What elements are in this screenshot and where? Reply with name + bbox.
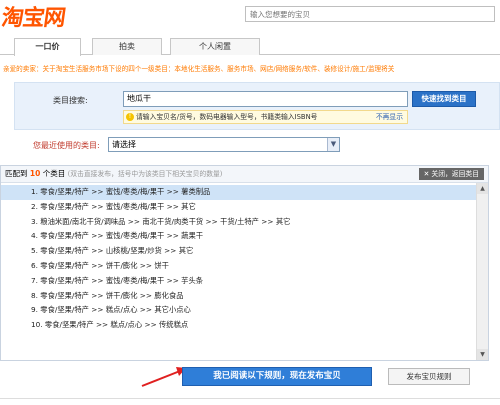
red-arrow-icon [141,367,186,387]
list-item[interactable]: 1. 零食/坚果/特产 >> 蜜饯/枣类/梅/果干 >> 薯类制品 [1,185,476,200]
publish-item-button[interactable]: 我已阅读以下规则，现在发布宝贝 [182,367,372,386]
tab-personal-idle[interactable]: 个人闲置 [170,38,260,55]
category-search-input[interactable]: 地瓜干 [123,91,408,107]
search-tip-text: 请输入宝贝名/货号，数码电器输入型号，书籍类输入ISBN号 [136,113,318,121]
category-search-label: 类目搜索: [53,96,88,105]
category-results-panel: 匹配到 10 个类目 (双击直接发布，括号中为该类目下相关宝贝的数量) ✕ 关闭… [0,165,489,361]
results-header: 匹配到 10 个类目 (双击直接发布，括号中为该类目下相关宝贝的数量) ✕ 关闭… [1,166,488,183]
quick-find-category-button[interactable]: 快速找到类目 [412,91,476,107]
results-prefix: 匹配到 [5,169,28,178]
top-search-input[interactable] [246,7,494,21]
dont-show-again-link[interactable]: 不再显示 [376,111,403,123]
scroll-up-icon[interactable]: ▲ [477,183,488,194]
results-count: 10 [29,169,41,178]
list-item[interactable]: 8. 零食/坚果/特产 >> 饼干/膨化 >> 膨化食品 [1,289,476,304]
header: 淘宝网 [0,0,500,34]
list-item[interactable]: 10. 零食/坚果/特产 >> 糕点/点心 >> 传统糕点 [1,318,476,333]
results-hint: (双击直接发布，括号中为该类目下相关宝贝的数量) [67,170,223,178]
taobao-logo[interactable]: 淘宝网 [0,0,67,32]
recent-category-label: 您最近使用的类目: [33,141,100,150]
seller-notice: 亲爱的卖家：关于淘宝生活服务市场下设的四个一级类目：本地化生活服务、服务市场、网… [3,65,395,73]
scroll-down-icon[interactable]: ▼ [477,349,488,360]
list-item[interactable]: 2. 零食/坚果/特产 >> 蜜饯/枣类/梅/果干 >> 其它 [1,200,476,215]
results-scrollbar[interactable]: ▲ ▼ [476,183,488,360]
publish-rules-link[interactable]: 发布宝贝规则 [388,368,470,385]
category-search-panel: 类目搜索: 地瓜干 快速找到类目 ! 请输入宝贝名/货号，数码电器输入型号，书籍… [14,82,500,130]
lightbulb-icon: ! [126,113,134,121]
tab-auction[interactable]: 拍卖 [92,38,162,55]
search-tip: ! 请输入宝贝名/货号，数码电器输入型号，书籍类输入ISBN号 不再显示 [123,110,408,124]
chevron-down-icon[interactable]: ▼ [327,138,339,151]
close-return-button[interactable]: ✕ 关闭，返回类目 [418,168,484,180]
list-item[interactable]: 9. 零食/坚果/特产 >> 糕点/点心 >> 其它小点心 [1,303,476,318]
list-item[interactable]: 6. 零食/坚果/特产 >> 饼干/膨化 >> 饼干 [1,259,476,274]
listing-type-tabs: 一口价 拍卖 个人闲置 [0,38,500,56]
footer-bar: 我已阅读以下规则，现在发布宝贝 发布宝贝规则 [0,362,500,405]
close-return-label: 关闭，返回类目 [431,170,479,178]
recent-category-select[interactable]: 请选择 ▼ [108,137,340,152]
list-item[interactable]: 7. 零食/坚果/特产 >> 蜜饯/枣类/梅/果干 >> 芋头条 [1,274,476,289]
results-suffix: 个类目 [42,169,66,178]
list-item[interactable]: 4. 零食/坚果/特产 >> 蜜饯/枣类/梅/果干 >> 蔬果干 [1,229,476,244]
list-item[interactable]: 5. 零食/坚果/特产 >> 山核桃/坚果/炒货 >> 其它 [1,244,476,259]
list-item[interactable]: 3. 粮油米面/南北干货/调味品 >> 南北干货/肉类干货 >> 干货/土特产 … [1,215,476,230]
recent-category-value: 请选择 [112,140,136,149]
tab-fixed-price[interactable]: 一口价 [14,38,81,56]
top-search-box[interactable] [245,6,495,22]
divider [0,398,500,399]
results-list: 1. 零食/坚果/特产 >> 蜜饯/枣类/梅/果干 >> 薯类制品 2. 零食/… [1,185,476,333]
